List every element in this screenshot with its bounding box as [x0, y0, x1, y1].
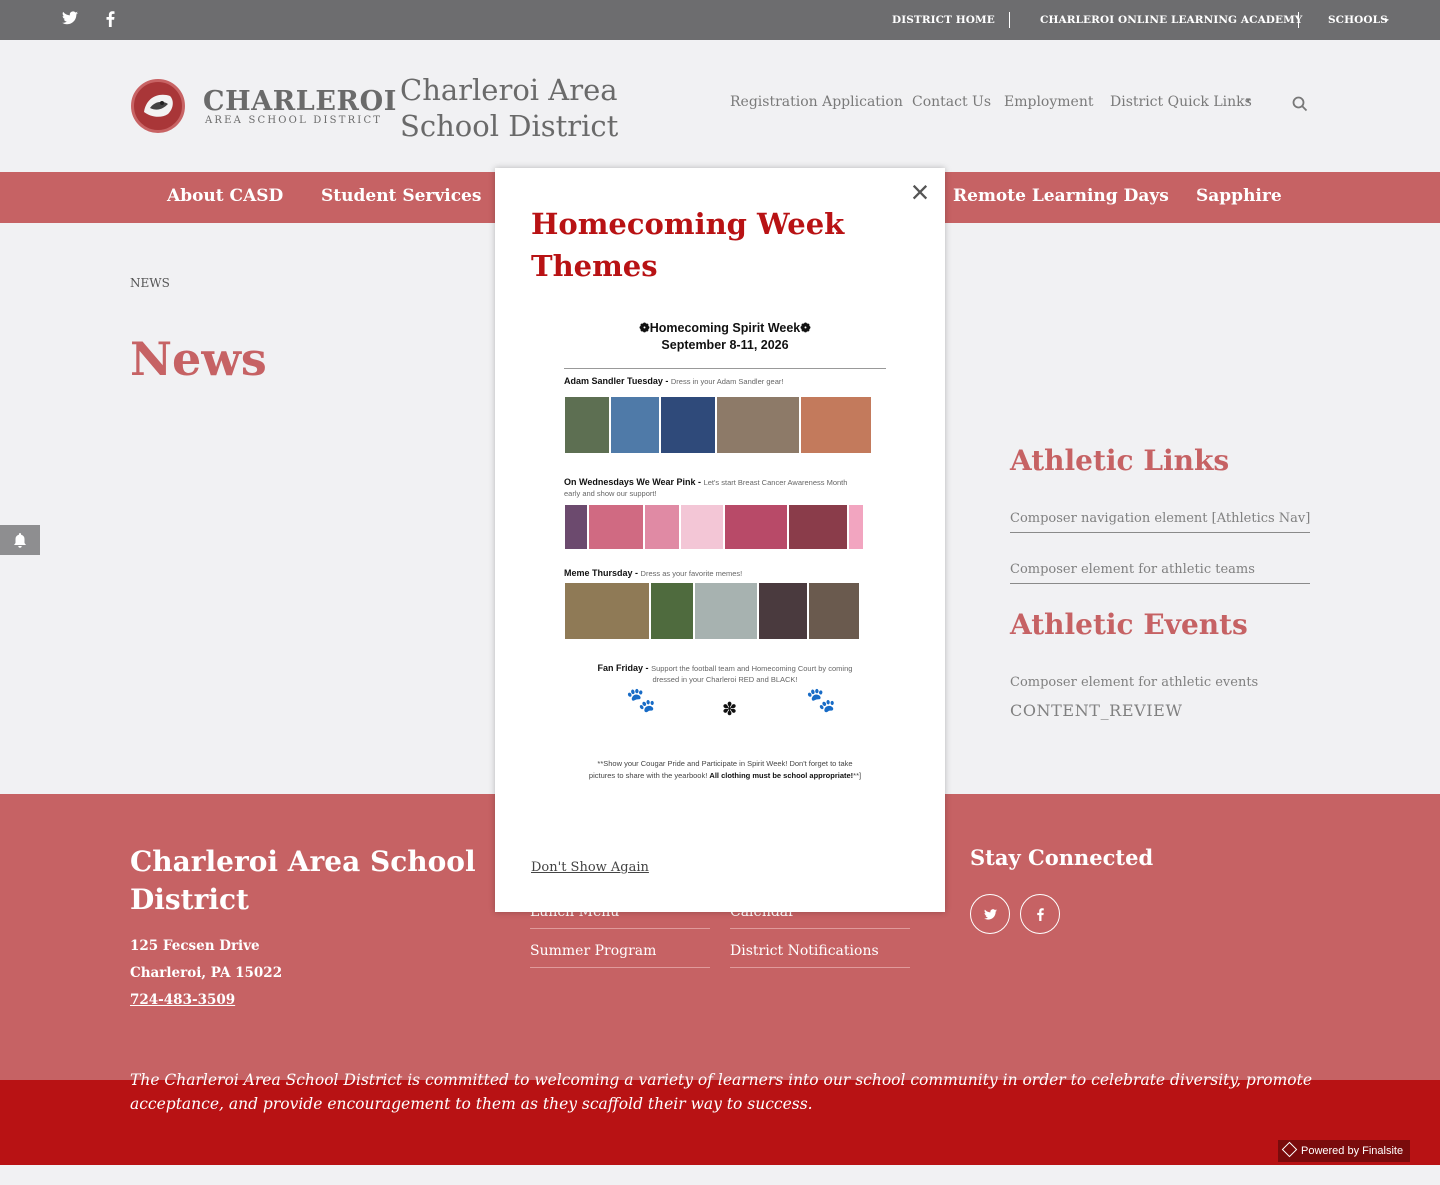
- stay-connected-heading: Stay Connected: [970, 845, 1154, 870]
- caret-right-icon: ▸: [1385, 14, 1390, 24]
- divider: [1009, 12, 1010, 28]
- contact-us-link[interactable]: Contact Us: [912, 94, 991, 110]
- flyer-day-tuesday: Adam Sandler Tuesday - Dress in your Ada…: [564, 376, 784, 386]
- district-quick-links-dropdown[interactable]: District Quick Links: [1110, 94, 1252, 110]
- flyer-note-line-2: pictures to share with the yearbook! All…: [588, 771, 862, 780]
- chevron-down-icon: ▾: [1246, 96, 1251, 106]
- notification-bell-button[interactable]: [0, 525, 40, 555]
- online-academy-link[interactable]: CHARLEROI ONLINE LEARNING ACADEMY: [1040, 14, 1302, 26]
- content-review-label: CONTENT_REVIEW: [1010, 701, 1183, 720]
- spirit-week-flyer-image: ❁Homecoming Spirit Week❁ September 8-11,…: [550, 310, 900, 800]
- page-bottom: [0, 1165, 1440, 1185]
- close-icon[interactable]: ×: [908, 176, 932, 208]
- thursday-photos: [564, 582, 860, 640]
- footer-facebook-icon[interactable]: [1020, 894, 1060, 934]
- divider: [1298, 12, 1299, 28]
- district-notifications-link[interactable]: District Notifications: [730, 943, 910, 968]
- flyer-day-wednesday: On Wednesdays We Wear Pink - Let's start…: [564, 477, 848, 487]
- summer-program-link[interactable]: Summer Program: [530, 943, 710, 968]
- page-title: News: [130, 332, 267, 386]
- registration-application-link[interactable]: Registration Application: [730, 94, 903, 110]
- footer-twitter-icon[interactable]: [970, 894, 1010, 934]
- breadcrumb[interactable]: NEWS: [130, 276, 170, 290]
- flyer-day-friday-cont: dressed in your Charleroi RED and BLACK!: [652, 675, 798, 684]
- paw-print-icon: 🐾: [806, 686, 836, 714]
- district-home-link[interactable]: DISTRICT HOME: [892, 14, 995, 26]
- wednesday-photos: [564, 504, 864, 550]
- dont-show-again-link[interactable]: Don't Show Again: [531, 860, 649, 875]
- mission-statement: The Charleroi Area School District is co…: [130, 1071, 1313, 1113]
- search-icon[interactable]: [1292, 96, 1308, 112]
- nav-sapphire[interactable]: Sapphire: [1196, 186, 1282, 206]
- modal-title: Homecoming Week Themes: [531, 207, 845, 283]
- footer-title: Charleroi Area School District: [130, 845, 476, 916]
- athletic-events-heading: Athletic Events: [1010, 608, 1248, 641]
- address-line-1: 125 Fecsen Drive: [130, 938, 260, 954]
- bell-icon: [14, 533, 26, 548]
- flyer-dates: September 8-11, 2026: [661, 338, 789, 352]
- schools-link[interactable]: SCHOOLS: [1328, 14, 1388, 26]
- powered-by-label: Powered by Finalsite: [1301, 1145, 1404, 1157]
- athletic-events-text: Composer element for athletic events: [1010, 675, 1259, 690]
- cheerleader-icon: ✽: [722, 699, 738, 720]
- cougar-logo-icon[interactable]: [131, 79, 185, 133]
- paw-icon: ❁: [800, 321, 811, 335]
- utility-bar: DISTRICT HOME CHARLEROI ONLINE LEARNING …: [0, 0, 1440, 40]
- finalsite-icon: [1281, 1141, 1298, 1158]
- flyer-note-line-1: **Show your Cougar Pride and Participate…: [597, 759, 853, 768]
- site-title[interactable]: Charleroi Area School District: [400, 72, 640, 144]
- tuesday-photos: [564, 396, 872, 458]
- address-line-2: Charleroi, PA 15022: [130, 965, 283, 981]
- paw-print-icon: 🐾: [626, 686, 656, 714]
- flyer-day-friday: Fan Friday - Support the football team a…: [597, 663, 853, 673]
- flyer-heading: ❁Homecoming Spirit Week❁: [639, 321, 811, 335]
- logo-subtitle: AREA SCHOOL DISTRICT: [205, 115, 383, 126]
- athletics-nav-link[interactable]: Composer navigation element [Athletics N…: [1010, 511, 1310, 533]
- athletic-links-heading: Athletic Links: [1010, 444, 1230, 477]
- nav-remote-learning-days[interactable]: Remote Learning Days: [953, 186, 1169, 206]
- employment-link[interactable]: Employment: [1004, 94, 1093, 110]
- nav-about-casd[interactable]: About CASD: [167, 186, 283, 206]
- flyer-day-wednesday-cont: early and show our support!: [564, 489, 657, 498]
- athletic-teams-link[interactable]: Composer element for athletic teams: [1010, 562, 1310, 584]
- paw-icon: ❁: [639, 321, 650, 335]
- powered-by-finalsite-link[interactable]: Powered by Finalsite: [1278, 1140, 1410, 1162]
- flyer-divider: [564, 368, 886, 369]
- nav-student-services[interactable]: Student Services: [321, 186, 481, 206]
- flyer-day-thursday: Meme Thursday - Dress as your favorite m…: [564, 568, 743, 578]
- logo-wordmark: CHARLEROI: [203, 86, 397, 117]
- facebook-icon[interactable]: [101, 11, 119, 29]
- twitter-icon[interactable]: [61, 11, 79, 29]
- phone-link[interactable]: 724-483-3509: [130, 992, 235, 1008]
